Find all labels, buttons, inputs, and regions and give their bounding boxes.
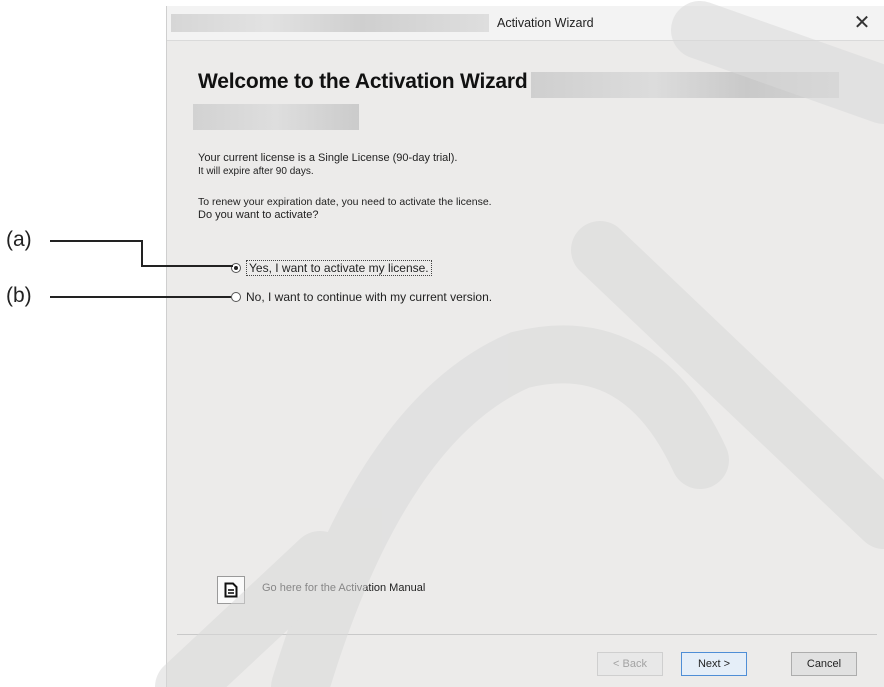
- callout-line-a-horizontal: [50, 240, 142, 242]
- activation-manual-link[interactable]: Go here for the Activation Manual: [262, 582, 425, 594]
- radio-activate-yes[interactable]: Yes, I want to activate my license.: [231, 260, 432, 276]
- radio-label-yes: Yes, I want to activate my license.: [246, 260, 432, 276]
- renew-info-text: To renew your expiration date, you need …: [198, 196, 492, 208]
- redacted-product-name: [531, 72, 839, 98]
- license-info-text: Your current license is a Single License…: [198, 152, 458, 164]
- callout-line-b: [50, 296, 231, 298]
- title-bar: Activation Wizard ✕: [167, 6, 884, 41]
- license-expiry-text: It will expire after 90 days.: [198, 166, 314, 177]
- callout-line-a-vertical: [141, 240, 143, 267]
- callout-label-a: (a): [6, 228, 32, 251]
- page-heading: Welcome to the Activation Wizard for: [198, 70, 561, 93]
- callout-label-b: (b): [6, 284, 32, 307]
- activation-manual-button[interactable]: [217, 576, 245, 604]
- document-icon: [224, 582, 238, 598]
- activation-wizard-dialog: Activation Wizard ✕ Welcome to the Activ…: [166, 6, 884, 687]
- redacted-title-block: [171, 14, 489, 32]
- activate-question-text: Do you want to activate?: [198, 209, 319, 221]
- cancel-button[interactable]: Cancel: [791, 652, 857, 676]
- radio-activate-no[interactable]: No, I want to continue with my current v…: [231, 290, 492, 304]
- radio-label-no: No, I want to continue with my current v…: [246, 290, 493, 304]
- callout-line-a-end: [141, 265, 233, 267]
- next-button[interactable]: Next >: [681, 652, 747, 676]
- radio-button-no[interactable]: [231, 292, 241, 302]
- footer-divider: [177, 634, 877, 635]
- back-button[interactable]: < Back: [597, 652, 663, 676]
- close-icon[interactable]: ✕: [850, 11, 874, 35]
- redacted-product-name-continued: [193, 104, 359, 130]
- window-title: Activation Wizard: [497, 16, 594, 30]
